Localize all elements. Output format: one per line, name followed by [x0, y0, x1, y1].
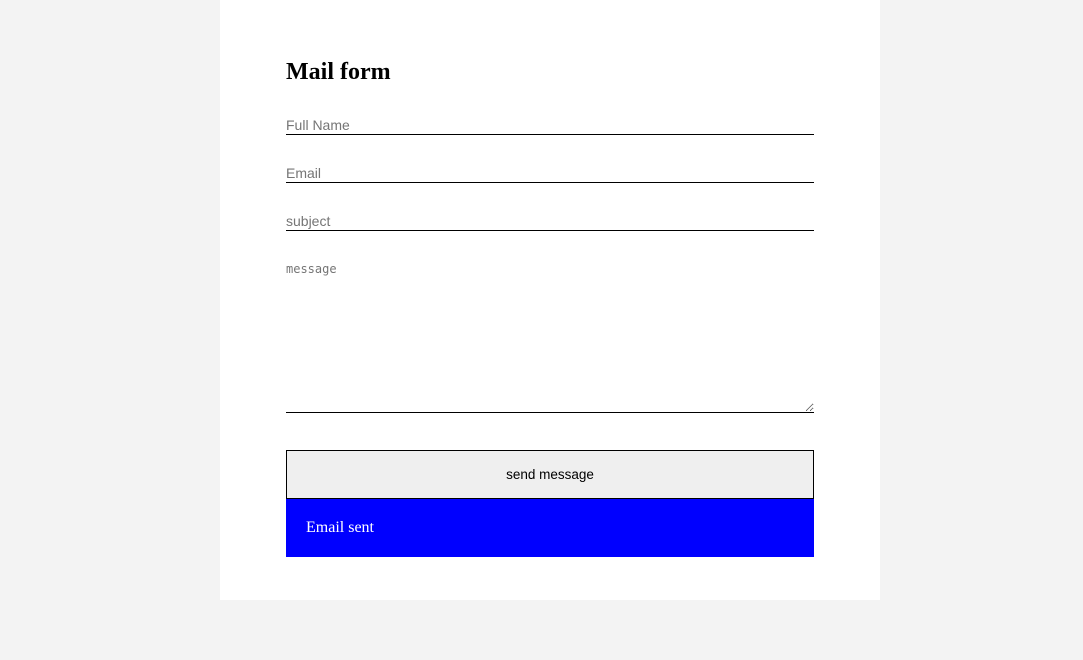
full-name-input[interactable] [286, 116, 814, 135]
message-textarea[interactable] [286, 262, 814, 413]
form-card: Mail form send message Email sent [220, 0, 880, 600]
email-sent-notice: Email sent [286, 499, 814, 557]
form-title: Mail form [286, 59, 391, 85]
email-input[interactable] [286, 164, 814, 183]
send-message-button[interactable]: send message [286, 450, 814, 499]
subject-input[interactable] [286, 212, 814, 231]
